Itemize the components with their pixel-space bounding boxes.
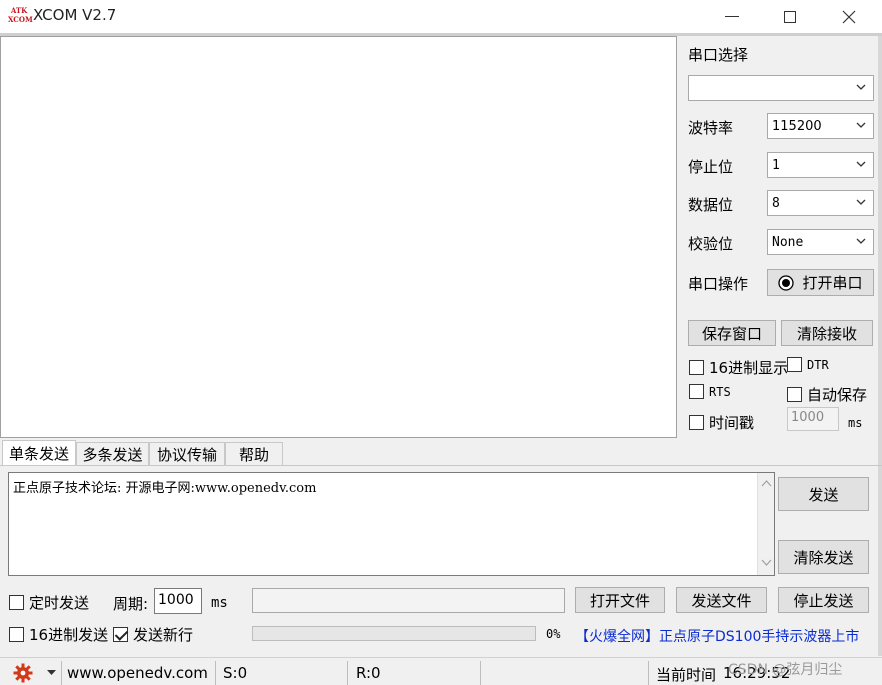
status-separator <box>648 661 649 685</box>
maximize-icon <box>784 10 796 23</box>
receive-textarea[interactable] <box>0 36 677 438</box>
radio-dot-icon <box>778 274 795 291</box>
timed-send-option[interactable]: 定时发送 <box>9 592 89 613</box>
title-bar: ATK XCOM XCOM V2.7 <box>0 0 882 33</box>
hex-display-option[interactable]: 16进制显示 <box>689 357 788 378</box>
clear-receive-button[interactable]: 清除接收 <box>781 320 873 346</box>
close-button[interactable] <box>820 0 878 33</box>
ad-banner-link[interactable]: 【火爆全网】正点原子DS100手持示波器上市 <box>575 626 859 646</box>
app-logo: ATK XCOM <box>8 6 33 24</box>
file-path-input[interactable] <box>252 588 565 613</box>
timestamp-option[interactable]: 时间戳 <box>689 412 754 433</box>
port-select[interactable] <box>688 75 874 101</box>
port-select-label: 串口选择 <box>688 46 749 64</box>
chevron-down-icon <box>856 161 866 167</box>
data-bits-select[interactable]: 8 <box>767 190 874 216</box>
clear-send-button[interactable]: 清除发送 <box>778 540 869 574</box>
port-op-label: 串口操作 <box>688 275 749 293</box>
timed-send-checkbox[interactable] <box>9 595 24 610</box>
save-window-button[interactable]: 保存窗口 <box>688 320 776 346</box>
tab-panel-border <box>0 465 882 466</box>
minimize-icon <box>725 15 739 17</box>
stop-bits-label: 停止位 <box>688 158 734 176</box>
rts-checkbox[interactable] <box>689 384 704 399</box>
parity-select[interactable]: None <box>767 229 874 255</box>
send-file-button[interactable]: 发送文件 <box>676 587 767 613</box>
status-sent-count: S:0 <box>223 664 248 682</box>
open-port-button[interactable]: 打开串口 <box>767 269 874 296</box>
data-bits-label: 数据位 <box>688 196 734 214</box>
close-icon <box>842 10 856 23</box>
data-bits-value: 8 <box>772 195 780 211</box>
watermark: CSDN @弦月归尘 <box>728 662 843 678</box>
period-label: 周期: <box>113 595 149 613</box>
gear-icon[interactable] <box>13 663 33 683</box>
status-bar: www.openedv.com S:0 R:0 当前时间 16:29:52 CS… <box>0 657 882 685</box>
caret-down-icon[interactable] <box>47 670 56 676</box>
status-received-count: R:0 <box>356 664 381 682</box>
chevron-down-icon <box>856 238 866 244</box>
send-newline-option[interactable]: 发送新行 <box>113 624 193 645</box>
timed-send-label: 定时发送 <box>29 594 90 612</box>
timestamp-interval-input[interactable]: 1000 <box>787 407 839 431</box>
hex-send-label: 16进制发送 <box>29 626 109 644</box>
hex-send-option[interactable]: 16进制发送 <box>9 624 108 645</box>
auto-save-label: 自动保存 <box>807 386 868 404</box>
dtr-option[interactable]: DTR <box>787 357 829 372</box>
send-newline-checkbox[interactable] <box>113 627 128 642</box>
tab-help[interactable]: 帮助 <box>225 442 283 466</box>
send-progress-value: 0% <box>546 627 561 641</box>
rts-option[interactable]: RTS <box>689 384 731 399</box>
status-separator <box>480 661 481 685</box>
send-newline-label: 发送新行 <box>133 626 194 644</box>
send-button[interactable]: 发送 <box>778 477 869 511</box>
chevron-down-icon <box>856 122 866 128</box>
hex-send-checkbox[interactable] <box>9 627 24 642</box>
hex-display-label: 16进制显示 <box>709 359 789 377</box>
timestamp-unit: ms <box>848 416 863 430</box>
tab-protocol[interactable]: 协议传输 <box>149 442 225 466</box>
rts-label: RTS <box>709 384 731 399</box>
timestamp-label: 时间戳 <box>709 414 755 432</box>
stop-bits-select[interactable]: 1 <box>767 152 874 178</box>
dtr-label: DTR <box>807 357 829 372</box>
dtr-checkbox[interactable] <box>787 357 802 372</box>
send-progress-bar <box>252 626 536 641</box>
baud-value: 115200 <box>772 118 822 134</box>
window-title: XCOM V2.7 <box>33 6 117 24</box>
status-url[interactable]: www.openedv.com <box>67 664 208 682</box>
send-text: 正点原子技术论坛: 开源电子网:www.openedv.com <box>13 481 317 496</box>
stop-bits-value: 1 <box>772 157 780 173</box>
parity-value: None <box>772 234 804 250</box>
chevron-down-icon <box>856 199 866 205</box>
parity-label: 校验位 <box>688 235 734 253</box>
timestamp-checkbox[interactable] <box>689 415 704 430</box>
status-separator <box>347 661 348 685</box>
auto-save-option[interactable]: 自动保存 <box>787 384 867 405</box>
auto-save-checkbox[interactable] <box>787 387 802 402</box>
stop-send-button[interactable]: 停止发送 <box>778 587 869 613</box>
baud-label: 波特率 <box>688 119 734 137</box>
chevron-down-icon <box>856 84 866 90</box>
tab-multi-send[interactable]: 多条发送 <box>76 442 149 466</box>
open-port-label: 打开串口 <box>802 274 863 292</box>
status-separator <box>61 661 62 685</box>
maximize-button[interactable] <box>761 0 819 33</box>
open-file-button[interactable]: 打开文件 <box>575 587 665 613</box>
chevron-up-icon[interactable] <box>761 479 772 487</box>
hex-display-checkbox[interactable] <box>689 360 704 375</box>
period-input[interactable]: 1000 <box>154 588 202 614</box>
minimize-button[interactable] <box>703 0 761 33</box>
chevron-down-icon[interactable] <box>761 559 772 567</box>
baud-select[interactable]: 115200 <box>767 113 874 139</box>
window-right-edge <box>878 36 882 656</box>
status-separator <box>215 661 216 685</box>
period-unit: ms <box>211 595 228 611</box>
send-scrollbar[interactable] <box>757 473 774 575</box>
send-textarea[interactable]: 正点原子技术论坛: 开源电子网:www.openedv.com <box>8 472 775 576</box>
status-time-label: 当前时间 <box>656 666 717 684</box>
tab-single-send[interactable]: 单条发送 <box>2 440 76 466</box>
